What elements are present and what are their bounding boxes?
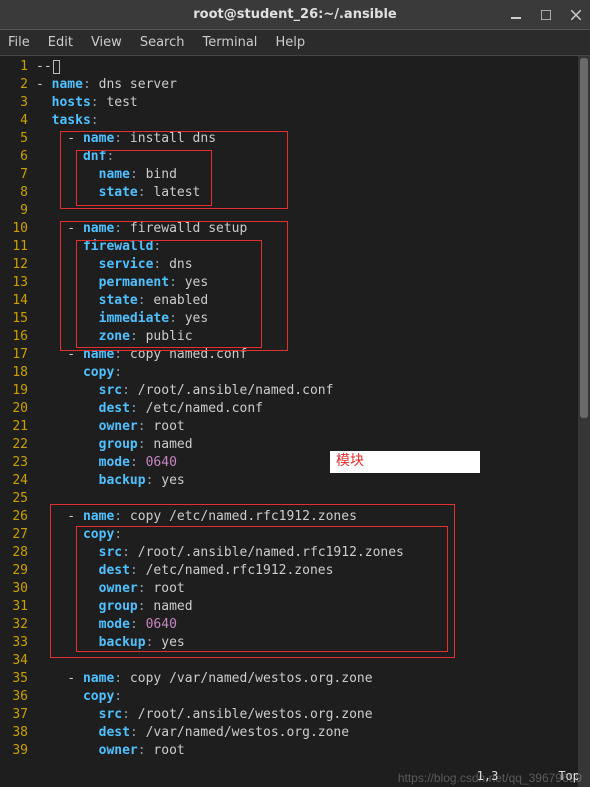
menu-edit[interactable]: Edit xyxy=(48,35,73,50)
menu-help[interactable]: Help xyxy=(275,35,305,50)
line-number: 17 xyxy=(0,346,36,364)
cursor xyxy=(53,60,60,74)
scrollbar[interactable] xyxy=(578,56,590,787)
line-number: 18 xyxy=(0,364,36,382)
menu-terminal[interactable]: Terminal xyxy=(202,35,257,50)
line-number: 37 xyxy=(0,706,36,724)
vim-status: 1,3 Top xyxy=(477,767,580,785)
line-number: 4 xyxy=(0,112,36,130)
line-number: 16 xyxy=(0,328,36,346)
scroll-position: Top xyxy=(558,767,580,785)
line-number: 13 xyxy=(0,274,36,292)
maximize-button[interactable] xyxy=(540,9,552,21)
line-number: 27 xyxy=(0,526,36,544)
line-number: 25 xyxy=(0,490,36,508)
line-number: 1 xyxy=(0,58,36,76)
line-number: 32 xyxy=(0,616,36,634)
line-number: 30 xyxy=(0,580,36,598)
line-number: 31 xyxy=(0,598,36,616)
editor-area[interactable]: 1-- 2- name: dns server 3 hosts: test 4 … xyxy=(0,56,590,787)
line-number: 23 xyxy=(0,454,36,472)
line-number: 26 xyxy=(0,508,36,526)
menu-search[interactable]: Search xyxy=(140,35,185,50)
close-button[interactable] xyxy=(570,9,582,21)
line-number: 7 xyxy=(0,166,36,184)
line-number: 34 xyxy=(0,652,36,670)
line-number: 28 xyxy=(0,544,36,562)
line-number: 38 xyxy=(0,724,36,742)
line-number: 15 xyxy=(0,310,36,328)
line-number: 8 xyxy=(0,184,36,202)
line-number: 36 xyxy=(0,688,36,706)
line-number: 3 xyxy=(0,94,36,112)
window-title: root@student_26:~/.ansible xyxy=(193,7,396,22)
line-number: 39 xyxy=(0,742,36,760)
titlebar: root@student_26:~/.ansible xyxy=(0,0,590,30)
menubar: File Edit View Search Terminal Help xyxy=(0,30,590,56)
scrollbar-thumb[interactable] xyxy=(580,58,588,418)
line-number: 6 xyxy=(0,148,36,166)
cursor-position: 1,3 xyxy=(477,767,499,785)
line-number: 35 xyxy=(0,670,36,688)
line-number: 29 xyxy=(0,562,36,580)
line-number: 12 xyxy=(0,256,36,274)
line-number: 14 xyxy=(0,292,36,310)
annotation-label: 模块 xyxy=(330,451,480,473)
line-number: 2 xyxy=(0,76,36,94)
line-number: 24 xyxy=(0,472,36,490)
line-number: 19 xyxy=(0,382,36,400)
line-number: 5 xyxy=(0,130,36,148)
line-number: 20 xyxy=(0,400,36,418)
menu-file[interactable]: File xyxy=(8,35,30,50)
line-number: 22 xyxy=(0,436,36,454)
line-number: 21 xyxy=(0,418,36,436)
minimize-button[interactable] xyxy=(510,9,522,21)
menu-view[interactable]: View xyxy=(91,35,122,50)
line-number: 9 xyxy=(0,202,36,220)
line-number: 11 xyxy=(0,238,36,256)
line-number: 10 xyxy=(0,220,36,238)
line-number: 33 xyxy=(0,634,36,652)
